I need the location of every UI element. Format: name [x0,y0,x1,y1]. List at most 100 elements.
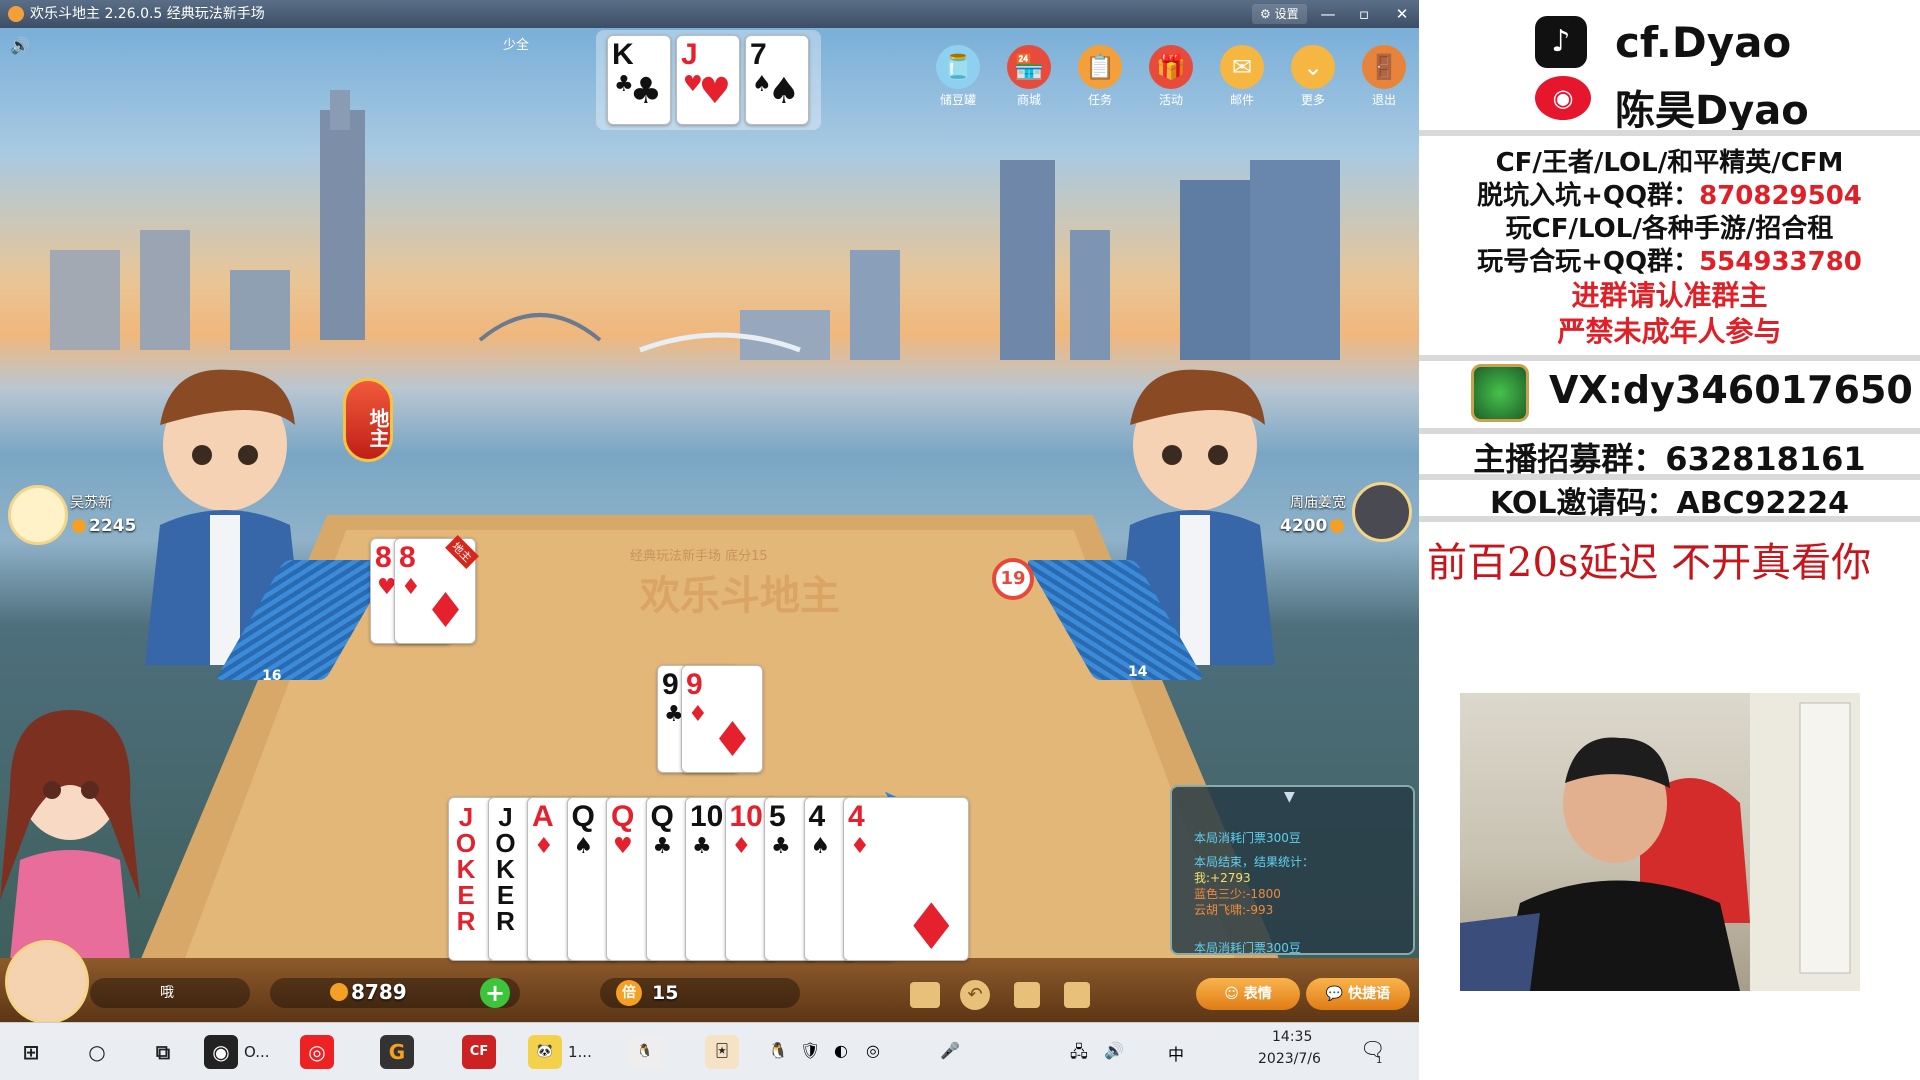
douyin-handle: cf.Dyao [1615,18,1792,67]
robot-icon[interactable] [910,982,940,1008]
collapse-chevron-icon[interactable]: ▼ [1284,789,1295,805]
menu-label: 退出 [1371,93,1396,107]
webcam-streamer-image [1460,693,1860,991]
undo-icon[interactable]: ↶ [960,980,990,1010]
title-bar: 欢乐斗地主 2.26.0.5 经典玩法新手场 ⚙ 设置 — ▫ ✕ [0,0,1419,28]
multiplier-value: 15 [652,982,679,1004]
netease-music-icon: ◎ [300,1035,334,1069]
tray-music-icon[interactable]: ◎ [866,1041,880,1060]
divider [1419,355,1920,361]
card-rank: K [612,38,634,71]
emoji-button[interactable]: ☺ 表情 [1196,978,1300,1010]
card-rank: Q [650,800,674,833]
left-cards-left: 16 [262,668,282,684]
card-rank: Q [611,800,635,833]
right-player-coins-value: 4200 [1280,516,1328,536]
card-rank: J [681,38,698,71]
exit-icon: 🚪 [1362,45,1406,89]
taskbar-app-label: 1... [568,1043,592,1061]
chat-log-panel[interactable]: ▼ 本局消耗门票300豆 本局结束，结果统计： 我:+2793 蓝色三少:-1800 云… [1170,785,1415,955]
tray-app-icon[interactable]: ◐ [834,1041,848,1060]
left-player-avatar[interactable] [8,485,68,545]
bottom-card: J ♥ ♥ [676,35,740,125]
menu-mail-button[interactable]: ✉ 邮件 [1216,45,1268,108]
taskbar-date[interactable]: 2023/7/6 [1258,1051,1321,1067]
notification-count: 1 [1376,1055,1383,1066]
qq-group-2-prefix: 玩号合玩+QQ群： [1477,247,1700,277]
maximize-button[interactable]: ▫ [1352,2,1376,26]
tray-network-icon[interactable]: 🖧 [1070,1041,1088,1068]
chat-line: 我:+2793 [1194,871,1251,885]
menu-label: 更多 [1300,93,1325,107]
webcam-feed [1460,693,1860,991]
bottom-card: K ♣ ♣ [607,35,671,125]
taskbar-app-label: O... [244,1043,270,1061]
tray-volume-icon[interactable]: 🔊 [1104,1041,1124,1060]
quick-chat-label: 快捷语 [1348,986,1391,1002]
wechat-id: VX:dy346017650 [1549,368,1913,412]
card-rank: 4 [808,800,826,833]
quick-chat-button[interactable]: 💬 快捷语 [1306,978,1410,1010]
card-suit-icon: ♣ [652,834,673,859]
settings-button[interactable]: ⚙ 设置 [1252,4,1307,24]
minimize-button[interactable]: — [1316,2,1340,26]
card-rank: 9 [662,668,679,701]
qq-group-1-number: 870829504 [1699,181,1862,211]
card-counter-icon[interactable] [1014,982,1040,1008]
card-face-icon: ♥ [698,71,731,112]
group-owner-notice: 进群请认准群主 [1571,279,1768,312]
game-launcher-icon: G [380,1035,414,1069]
douyin-icon: ♪ [1535,16,1587,68]
notes-icon[interactable] [1064,982,1090,1008]
right-player-coins: 4200 [1280,516,1347,536]
right-player-avatar[interactable] [1352,482,1412,542]
doudizhu-icon: 🃏 [705,1035,739,1069]
games-line: CF/王者/LOL/和平精英/CFM [1495,148,1844,178]
more-icon: ⌄ [1291,45,1335,89]
menu-exit-button[interactable]: 🚪 退出 [1358,45,1410,108]
card-rank: 4 [848,800,865,833]
table-logo: 欢乐斗地主 [640,573,840,619]
card-rank: JOKER [490,802,521,932]
taskbar-time[interactable]: 14:35 [1272,1029,1312,1045]
menu-more-button[interactable]: ⌄ 更多 [1287,45,1339,108]
piggy-bank-icon: 🫙 [936,45,980,89]
card-suit-icon: ♦ [401,575,421,600]
card-suit-icon: ♣ [771,834,791,859]
close-button[interactable]: ✕ [1390,2,1414,26]
add-coins-button[interactable]: + [480,978,510,1008]
card-face-icon: ♣ [629,71,662,112]
obs-icon: ◉ [204,1035,238,1069]
card-suit-icon: ♦ [688,702,708,727]
game-window: 欢乐斗地主 2.26.0.5 经典玩法新手场 ⚙ 设置 — ▫ ✕ 经典玩法新手… [0,0,1419,1080]
tray-mic-icon[interactable]: 🎤 [940,1041,960,1060]
speaker-icon[interactable]: 🔊 [10,36,30,55]
card-rank: 9 [686,668,703,701]
mail-icon: ✉ [1220,45,1264,89]
shop-icon: 🏪 [1007,45,1051,89]
hand-card[interactable]: 4 ♦ ♦ [843,797,969,961]
card-rank: 7 [750,38,767,71]
card-face-icon: ♦ [902,891,960,965]
card-suit-icon: ♣ [692,834,712,859]
menu-task-button[interactable]: 📋 任务 [1074,45,1126,108]
my-avatar[interactable] [5,940,89,1024]
task-icon: 📋 [1078,45,1122,89]
menu-gift-button[interactable]: 🎁 活动 [1145,45,1197,108]
chat-line: 云胡飞啸:-993 [1194,903,1274,917]
turn-timer: 19 [992,558,1034,600]
menu-shop-button[interactable]: 🏪 商城 [1003,45,1055,108]
crossfire-icon: CF [462,1035,496,1069]
chat-line: 本局消耗门票300豆 [1194,941,1301,955]
menu-piggy-bank-button[interactable]: 🫙 储豆罐 [932,45,984,108]
tray-qq-icon[interactable]: 🐧 [768,1041,788,1060]
coin-icon [72,519,86,533]
right-player-name: 周庙姜宽 [1290,495,1346,511]
qq-group-line-1: 脱坑入坑+QQ群：870829504 [1419,175,1920,212]
tray-ime-icon[interactable]: 中 [1168,1041,1184,1065]
menu-label: 邮件 [1229,93,1254,107]
emoji-label: 表情 [1243,986,1272,1002]
tray-shield-icon[interactable]: 🛡 [800,1041,820,1060]
center-played-card: 9 ♦ ♦ [681,665,763,773]
card-face-icon: ♠ [767,71,800,112]
